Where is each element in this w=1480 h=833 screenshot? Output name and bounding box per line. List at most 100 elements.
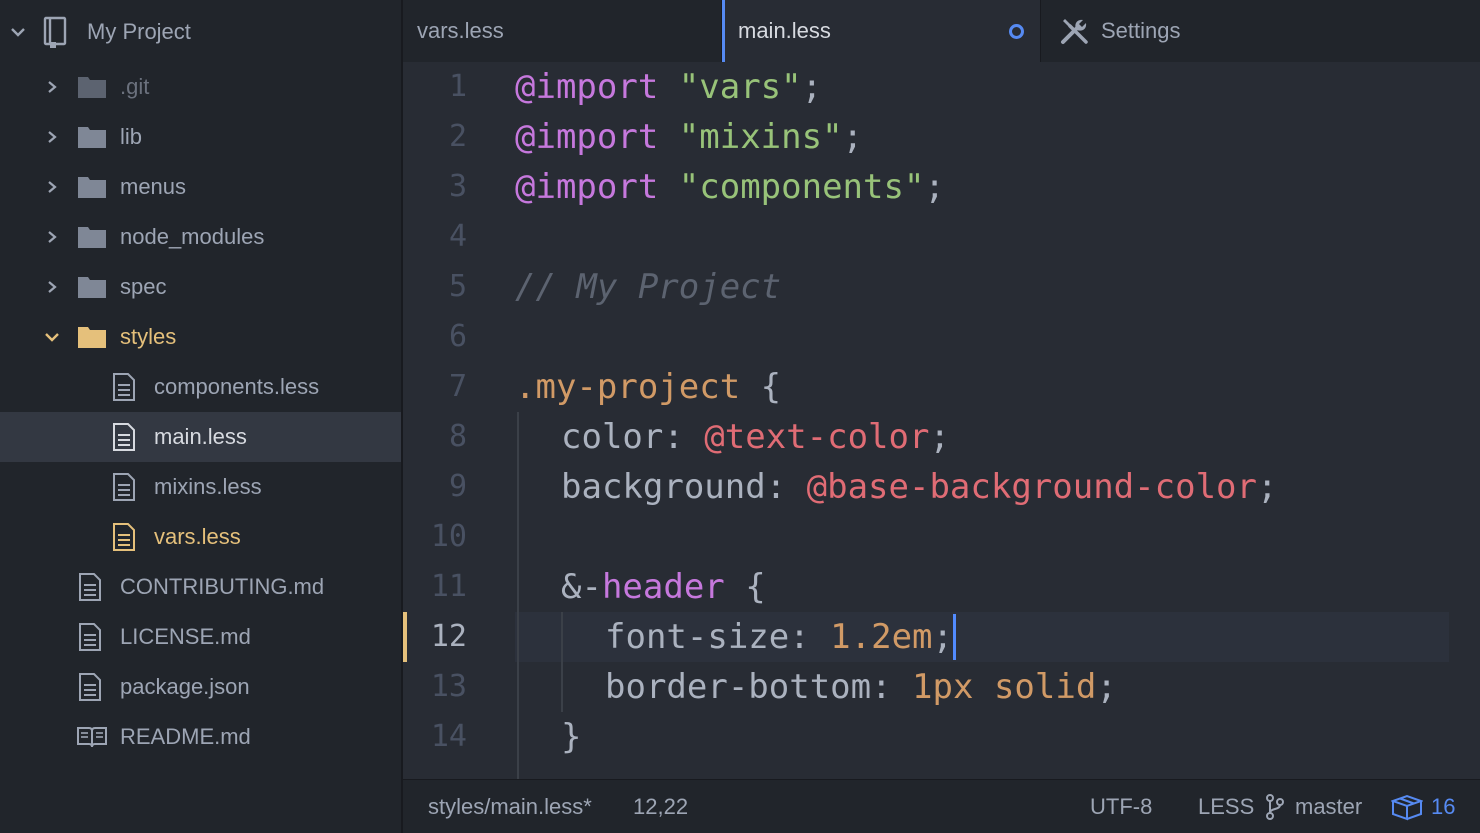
tree-file-mixins-less[interactable]: mixins.less (0, 462, 401, 512)
chevron-right-icon[interactable] (42, 77, 62, 97)
code-line-11: &-header { (561, 562, 766, 612)
indent-guide (517, 412, 519, 779)
project-root[interactable]: My Project (0, 8, 401, 56)
file-text-icon (78, 573, 102, 601)
indent-guide (561, 612, 563, 712)
folder-icon (77, 224, 107, 250)
tree-folder-lib[interactable]: lib (0, 112, 401, 162)
tree-folder-git[interactable]: .git (0, 62, 401, 112)
folder-open-icon (77, 324, 107, 350)
file-text-icon (78, 673, 102, 701)
folder-icon (77, 274, 107, 300)
tree-item-label: package.json (120, 674, 250, 699)
tab-label: vars.less (417, 18, 504, 43)
repo-icon (42, 16, 68, 48)
token-variable: @base-background-color (806, 467, 1257, 507)
tree-file-license-md[interactable]: LICENSE.md (0, 612, 401, 662)
code-line-2: @import "mixins"; (515, 112, 863, 162)
tree-folder-menus[interactable]: menus (0, 162, 401, 212)
modified-indicator-icon[interactable] (1009, 24, 1024, 39)
token-property: border-bottom: (605, 667, 913, 707)
file-text-icon (112, 473, 136, 501)
line-number: 5 (448, 269, 467, 304)
file-text-icon (112, 523, 136, 551)
token-keyword: @import (515, 167, 659, 207)
chevron-down-icon[interactable] (42, 327, 62, 347)
token-punctuation: ; (1256, 467, 1278, 507)
tree-folder-styles[interactable]: styles (0, 312, 401, 362)
code-line-7: .my-project { (515, 362, 781, 412)
token-brace: } (561, 717, 582, 757)
code-line-13: border-bottom: 1px solid; (605, 662, 1117, 712)
tree-file-package-json[interactable]: package.json (0, 662, 401, 712)
token-string: "components" (678, 167, 925, 207)
code-line-3: @import "components"; (515, 162, 945, 212)
tree-file-components-less[interactable]: components.less (0, 362, 401, 412)
tree-item-label: spec (120, 274, 167, 299)
token-property: background: (561, 467, 807, 507)
line-number: 11 (430, 569, 467, 604)
folder-icon (77, 174, 107, 200)
token-selector: header (601, 567, 725, 607)
code-editor[interactable]: 1 2 3 4 5 6 7 8 9 10 11 12 13 14 @import… (403, 62, 1480, 779)
status-file-path[interactable]: styles/main.less* (428, 780, 592, 833)
status-grammar[interactable]: LESS (1198, 780, 1254, 833)
file-text-icon (112, 373, 136, 401)
tools-icon (1059, 15, 1091, 47)
code-line-1: @import "vars"; (515, 62, 822, 112)
tab-bar: vars.less main.less Settings (403, 0, 1480, 62)
line-number: 8 (448, 419, 467, 454)
chevron-right-icon[interactable] (42, 177, 62, 197)
tree-file-contributing-md[interactable]: CONTRIBUTING.md (0, 562, 401, 612)
tree-item-label: LICENSE.md (120, 624, 251, 649)
folder-icon (77, 124, 107, 150)
tab-settings[interactable]: Settings (1041, 0, 1361, 62)
tree-item-label: styles (120, 324, 177, 349)
line-number: 4 (448, 219, 467, 254)
tree-item-label: vars.less (154, 524, 241, 549)
git-branch-name: master (1295, 794, 1363, 819)
tree-folder-node-modules[interactable]: node_modules (0, 212, 401, 262)
tree-file-vars-less[interactable]: vars.less (0, 512, 401, 562)
line-number: 9 (448, 469, 467, 504)
line-number: 1 (448, 69, 467, 104)
status-git-branch[interactable]: master (1265, 780, 1362, 833)
tree-view: My Project .git lib menus node_modules s… (0, 0, 401, 833)
tree-file-main-less[interactable]: main.less (0, 412, 401, 462)
chevron-right-icon[interactable] (42, 127, 62, 147)
status-encoding[interactable]: UTF-8 (1090, 780, 1152, 833)
file-text-icon (112, 423, 136, 451)
code-lines[interactable]: @import "vars"; @import "mixins"; @impor… (515, 62, 1480, 779)
tree-item-label: lib (120, 124, 143, 149)
tree-folder-spec[interactable]: spec (0, 262, 401, 312)
token-keyword: @import (515, 67, 659, 107)
line-number: 2 (448, 119, 467, 154)
line-number: 10 (430, 519, 467, 554)
project-name: My Project (87, 19, 191, 44)
tab-label: Settings (1101, 18, 1181, 43)
token-selector: .my-project (515, 367, 741, 407)
line-number-gutter[interactable]: 1 2 3 4 5 6 7 8 9 10 11 12 13 14 (403, 62, 483, 779)
tab-main-less[interactable]: main.less (722, 0, 1040, 62)
tab-vars-less[interactable]: vars.less (403, 0, 721, 62)
chevron-right-icon[interactable] (42, 227, 62, 247)
status-package-updates[interactable]: 16 (1391, 780, 1455, 833)
tree-item-label: .git (120, 74, 150, 99)
update-count: 16 (1431, 794, 1456, 819)
token-punctuation: ; (929, 417, 950, 457)
tree-item-label: mixins.less (154, 474, 262, 499)
token-punctuation: ; (1096, 667, 1117, 707)
status-cursor-position[interactable]: 12,22 (633, 780, 688, 833)
tab-label: main.less (738, 18, 831, 43)
line-number-current: 12 (430, 619, 467, 654)
token-value: solid (993, 667, 1097, 707)
text-cursor (953, 613, 957, 660)
chevron-down-icon[interactable] (8, 22, 28, 42)
token-punctuation: ; (932, 617, 954, 657)
token-brace: { (740, 367, 782, 407)
chevron-right-icon[interactable] (42, 277, 62, 297)
code-line-14: } (561, 712, 581, 762)
tree-file-readme-md[interactable]: README.md (0, 712, 401, 762)
